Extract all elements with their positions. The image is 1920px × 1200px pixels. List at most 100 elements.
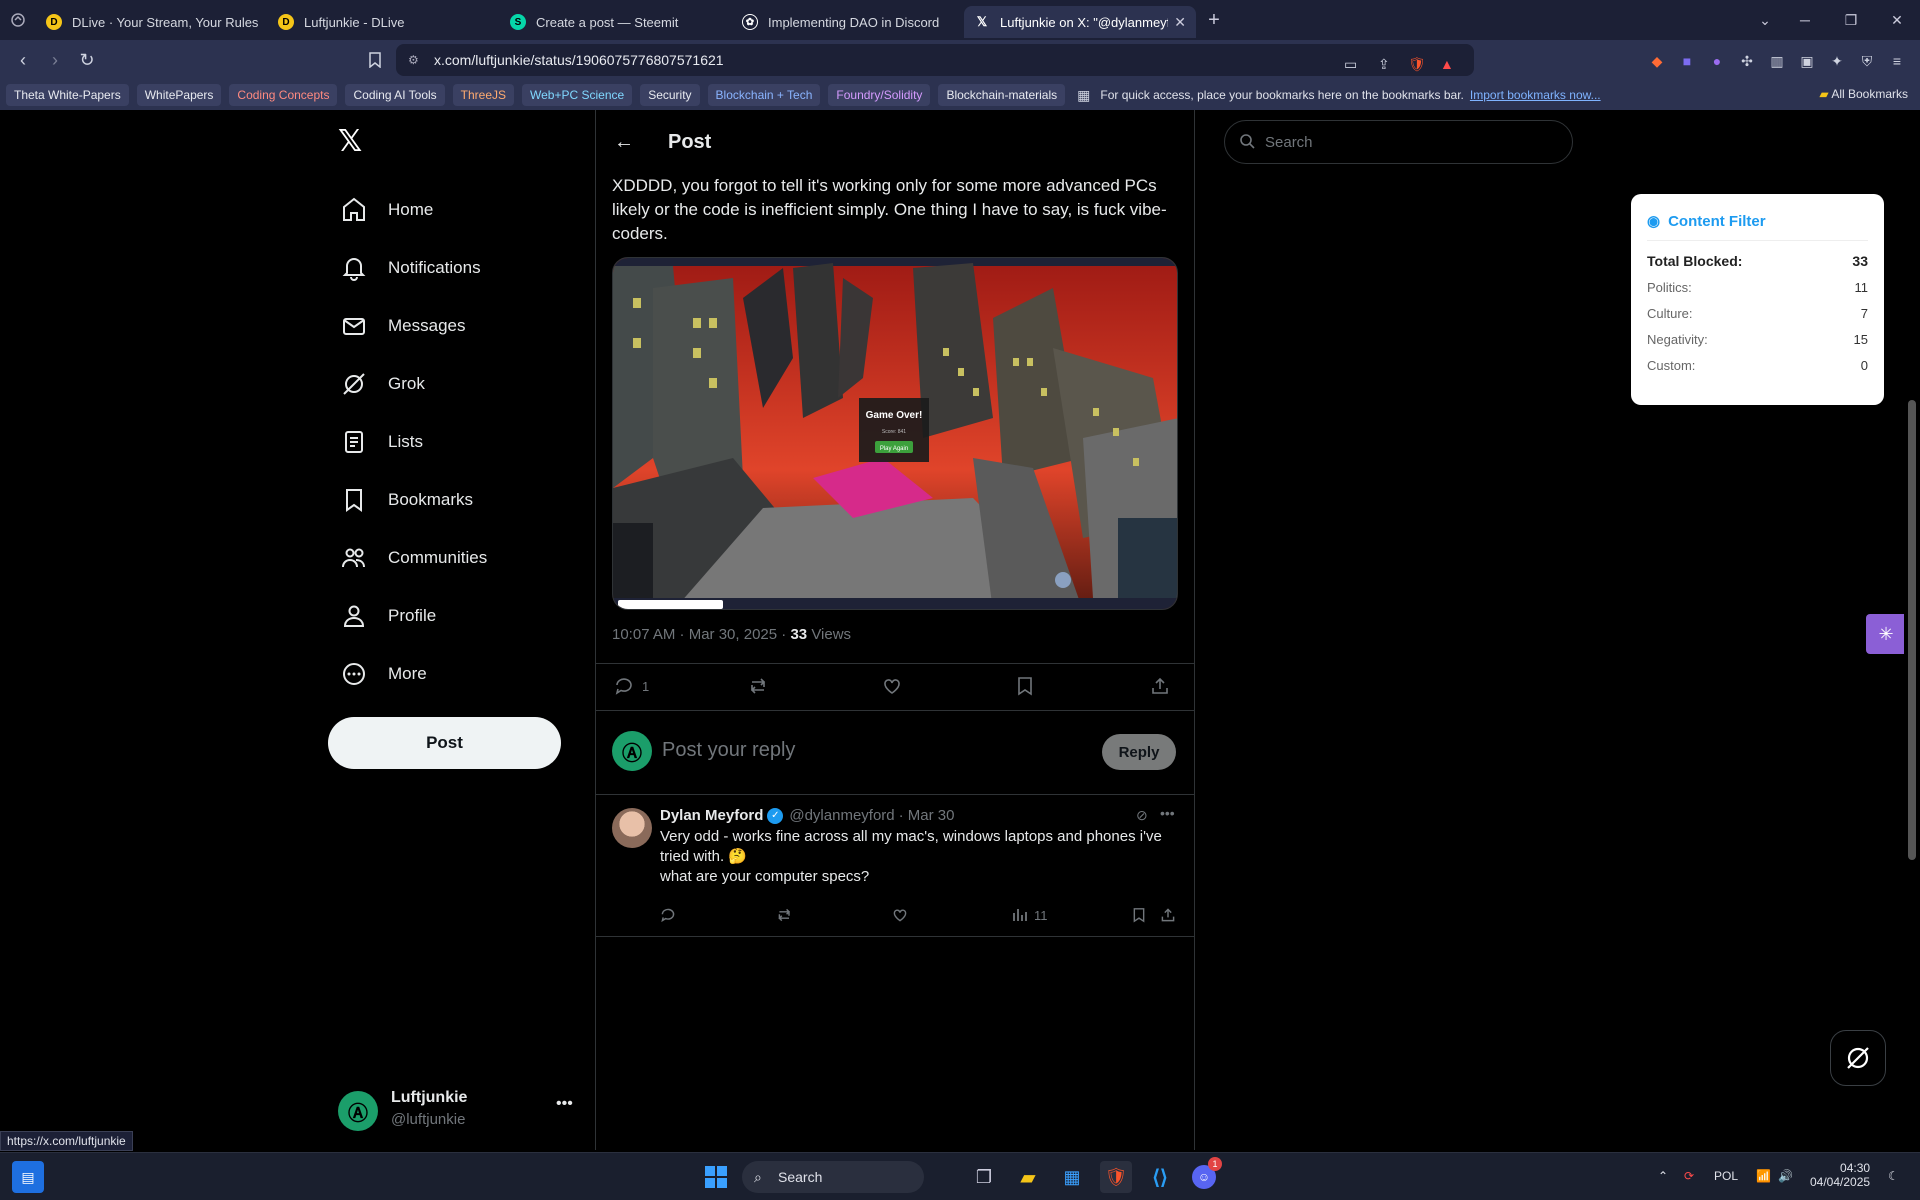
x-logo-icon[interactable]: 𝕏	[338, 124, 362, 159]
bookmark-item[interactable]: Theta White-Papers	[6, 84, 129, 106]
nav-item-communities[interactable]: Communities	[328, 532, 487, 584]
page-scrollbar[interactable]	[1904, 110, 1920, 1150]
language-indicator[interactable]: POL	[1714, 1169, 1738, 1183]
account-switcher[interactable]: Ⓐ Luftjunkie @luftjunkie •••	[338, 1085, 578, 1135]
bookmark-item[interactable]: Security	[640, 84, 700, 106]
browser-tab-active[interactable]: 𝕏 Luftjunkie on X: "@dylanmeyford ✕	[964, 6, 1196, 38]
vscode-icon[interactable]: ⟨⟩	[1144, 1161, 1176, 1193]
cast-icon[interactable]: ▭	[1344, 56, 1357, 73]
back-arrow-icon[interactable]: ←	[614, 131, 638, 154]
views-action[interactable]: 11	[1012, 907, 1048, 923]
address-bar[interactable]: ⚙ x.com/luftjunkie/status/19060757768075…	[396, 44, 1474, 76]
all-bookmarks-button[interactable]: ▰ All Bookmarks	[1819, 87, 1908, 101]
site-info-icon[interactable]: ⚙	[408, 53, 419, 67]
minimize-icon[interactable]: ─	[1782, 0, 1828, 40]
taskbar-search[interactable]: ⌕ Search	[742, 1161, 924, 1193]
forward-icon[interactable]: ›	[40, 45, 70, 75]
reply-post[interactable]: Dylan Meyford ✓ @dylanmeyford · Mar 30 ⊘…	[596, 795, 1194, 937]
extension-icon[interactable]: ●	[1706, 50, 1728, 72]
repost-icon[interactable]	[748, 676, 770, 696]
bookmark-item[interactable]: Coding Concepts	[229, 84, 338, 106]
bookmark-icon[interactable]	[1132, 907, 1146, 928]
reply-input[interactable]: Post your reply	[662, 739, 795, 762]
bookmark-item[interactable]: Web+PC Science	[522, 84, 633, 106]
bookmark-item[interactable]: Blockchain + Tech	[707, 84, 821, 106]
brave-browser-icon[interactable]: 🛡	[1100, 1161, 1132, 1193]
author-name[interactable]: Dylan Meyford	[660, 807, 763, 824]
nav-item-more[interactable]: More	[328, 648, 427, 700]
scrollbar-thumb[interactable]	[1908, 400, 1916, 860]
browser-tab[interactable]: ✿ Implementing DAO in Discord	[732, 6, 964, 38]
nav-item-messages[interactable]: Messages	[328, 300, 465, 352]
brave-rewards-icon[interactable]: ▲	[1440, 56, 1454, 72]
vpn-icon[interactable]: ⛨	[1856, 50, 1878, 72]
browser-tab[interactable]: D DLive · Your Stream, Your Rules	[36, 6, 268, 38]
nav-item-profile[interactable]: Profile	[328, 590, 436, 642]
volume-icon[interactable]: 🔊	[1778, 1169, 1793, 1183]
nav-item-lists[interactable]: Lists	[328, 416, 423, 468]
restore-icon[interactable]: ❐	[1828, 0, 1874, 40]
sidebar-icon[interactable]: ▥	[1766, 50, 1788, 72]
wallet-icon[interactable]: ▣	[1796, 50, 1818, 72]
store-icon[interactable]: ▦	[1056, 1161, 1088, 1193]
grok-explain-icon[interactable]: ⊘	[1136, 807, 1148, 824]
bookmark-item[interactable]: WhitePapers	[136, 84, 222, 106]
reload-icon[interactable]: ↻	[72, 45, 102, 75]
like-icon[interactable]	[892, 907, 908, 928]
browser-tab[interactable]: D Luftjunkie - DLive	[268, 6, 500, 38]
share-icon[interactable]	[1150, 676, 1170, 696]
author-handle[interactable]: @dylanmeyford	[789, 807, 894, 824]
more-dots-icon[interactable]: •••	[556, 1095, 573, 1113]
discord-icon[interactable]: ☺ 1	[1188, 1157, 1222, 1193]
tray-chevron-icon[interactable]: ⌃	[1658, 1169, 1668, 1183]
like-icon[interactable]	[882, 676, 902, 696]
reply-button[interactable]: Reply	[1102, 734, 1176, 770]
bookmark-item[interactable]: Coding AI Tools	[345, 84, 445, 106]
reply-count: 1	[642, 678, 650, 694]
bookmark-item[interactable]: Blockchain-materials	[938, 84, 1066, 106]
nav-item-bookmarks[interactable]: Bookmarks	[328, 474, 473, 526]
wifi-icon[interactable]: 📶	[1756, 1169, 1771, 1183]
close-tab-icon[interactable]: ✕	[1174, 14, 1186, 31]
bookmark-item[interactable]: Foundry/Solidity	[828, 84, 931, 106]
nav-item-notifications[interactable]: Notifications	[328, 242, 481, 294]
close-window-icon[interactable]: ✕	[1874, 0, 1920, 40]
clock[interactable]: 04:30 04/04/2025	[1810, 1161, 1870, 1189]
back-icon[interactable]: ‹	[8, 45, 38, 75]
extension-icon[interactable]: ■	[1676, 50, 1698, 72]
window-menu-icon[interactable]	[0, 0, 36, 40]
bookmark-icon[interactable]	[1016, 676, 1034, 696]
nav-item-grok[interactable]: Grok	[328, 358, 425, 410]
reply-icon[interactable]	[660, 907, 676, 928]
new-tab-icon[interactable]: +	[1196, 9, 1232, 32]
menu-icon[interactable]: ≡	[1886, 50, 1908, 72]
reply-action[interactable]: 1	[614, 676, 649, 696]
sync-icon[interactable]: ⟳	[1684, 1169, 1694, 1183]
share-icon[interactable]	[1160, 907, 1176, 928]
notifications-moon-icon[interactable]: ☾	[1888, 1169, 1899, 1183]
post-media-image[interactable]: Game Over! Score: 841 Play Again	[612, 257, 1178, 610]
start-icon[interactable]	[700, 1161, 732, 1193]
grok-floating-button[interactable]	[1830, 1030, 1886, 1086]
extensions-puzzle-icon[interactable]: ✣	[1736, 50, 1758, 72]
reply-date[interactable]: · Mar 30	[899, 807, 955, 824]
leo-ai-icon[interactable]: ✦	[1826, 50, 1848, 72]
import-bookmarks-link[interactable]: Import bookmarks now...	[1470, 88, 1601, 102]
extension-icon[interactable]: ◆	[1646, 50, 1668, 72]
apps-grid-icon[interactable]: ▦	[1077, 87, 1090, 104]
browser-tab[interactable]: S Create a post — Steemit	[500, 6, 732, 38]
brave-shields-icon[interactable]: 🛡	[1408, 56, 1426, 73]
search-input[interactable]: Search	[1224, 120, 1573, 164]
extension-sparkle-button[interactable]: ✳	[1866, 614, 1906, 654]
bookmark-page-icon[interactable]	[360, 45, 390, 75]
post-button[interactable]: Post	[328, 717, 561, 769]
repost-icon[interactable]	[776, 907, 794, 928]
nav-item-home[interactable]: Home	[328, 184, 433, 236]
task-view-icon[interactable]: ❐	[968, 1161, 1000, 1193]
more-dots-icon[interactable]: •••	[1160, 805, 1175, 821]
bookmark-item[interactable]: ThreeJS	[452, 84, 515, 106]
widgets-icon[interactable]: ▤	[12, 1161, 44, 1193]
file-explorer-icon[interactable]: ▰	[1012, 1161, 1044, 1193]
share-icon[interactable]: ⇪	[1378, 56, 1390, 73]
post-timestamp[interactable]: 10:07 AM · Mar 30, 2025	[612, 626, 777, 643]
